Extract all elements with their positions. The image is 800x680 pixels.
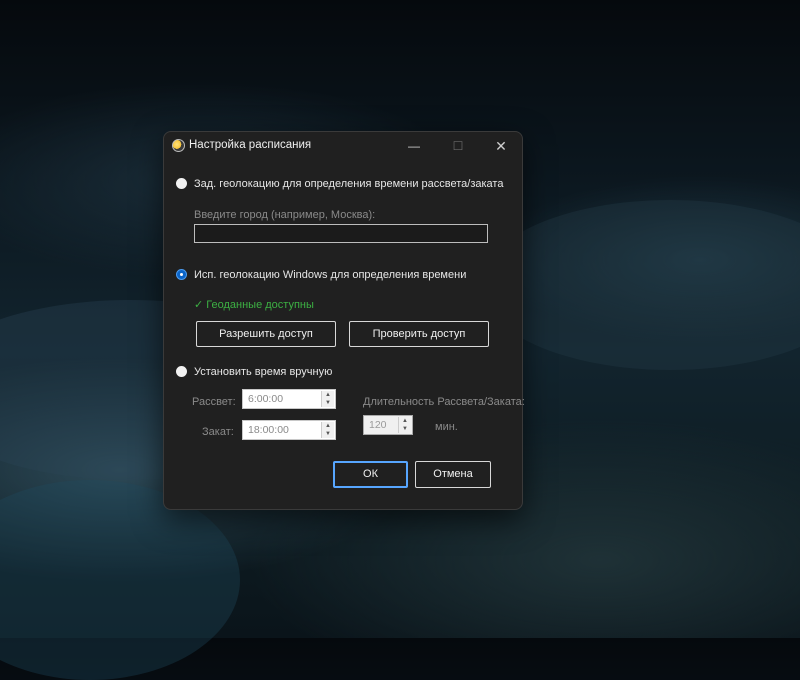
radio-windows-geolocation[interactable] (176, 269, 187, 280)
sunrise-value: 6:00:00 (248, 393, 284, 405)
background-sea (0, 480, 240, 680)
sunrise-up-icon[interactable]: ▲ (321, 391, 334, 399)
sunrise-label: Рассвет: (192, 396, 236, 408)
check-access-button[interactable]: Проверить доступ (349, 321, 489, 347)
duration-label: Длительность Рассвета/Заката: (363, 396, 525, 408)
sunrise-down-icon[interactable]: ▼ (321, 399, 334, 407)
sunset-value: 18:00:00 (248, 424, 289, 436)
close-button[interactable]: ✕ (486, 136, 516, 156)
radio-manual-geolocation[interactable] (176, 178, 187, 189)
window-title: Настройка расписания (189, 139, 312, 151)
app-sun-icon (172, 139, 185, 152)
city-field-label: Введите город (например, Москва): (194, 209, 376, 221)
duration-down-icon[interactable]: ▼ (398, 425, 411, 433)
cancel-button[interactable]: Отмена (415, 461, 491, 488)
title-bar[interactable]: Настройка расписания — ☐ ✕ (164, 132, 522, 160)
duration-stepper[interactable]: 120 ▲ ▼ (363, 415, 413, 435)
radio-manual-time[interactable] (176, 366, 187, 377)
windows-geolocation-label[interactable]: Исп. геолокацию Windows для определения … (194, 269, 466, 281)
background-mountain (480, 200, 800, 370)
allow-access-button[interactable]: Разрешить доступ (196, 321, 336, 347)
sunset-up-icon[interactable]: ▲ (321, 422, 334, 430)
manual-geolocation-label[interactable]: Зад. геолокацию для определения времени … (194, 178, 503, 190)
sunset-label: Закат: (202, 426, 234, 438)
duration-unit: мин. (435, 421, 458, 433)
ok-button[interactable]: ОК (333, 461, 408, 488)
geo-status-text: ✓ Геоданные доступны (194, 299, 314, 311)
schedule-settings-dialog: Настройка расписания — ☐ ✕ Зад. геолокац… (163, 131, 525, 510)
sunset-down-icon[interactable]: ▼ (321, 430, 334, 438)
minimize-button[interactable]: — (399, 136, 429, 156)
maximize-button[interactable]: ☐ (443, 136, 473, 156)
sunset-time-picker[interactable]: 18:00:00 ▲ ▼ (242, 420, 336, 440)
city-input[interactable] (194, 224, 488, 243)
duration-up-icon[interactable]: ▲ (398, 417, 411, 425)
manual-time-label[interactable]: Установить время вручную (194, 366, 332, 378)
sunrise-time-picker[interactable]: 6:00:00 ▲ ▼ (242, 389, 336, 409)
duration-value: 120 (369, 419, 387, 431)
